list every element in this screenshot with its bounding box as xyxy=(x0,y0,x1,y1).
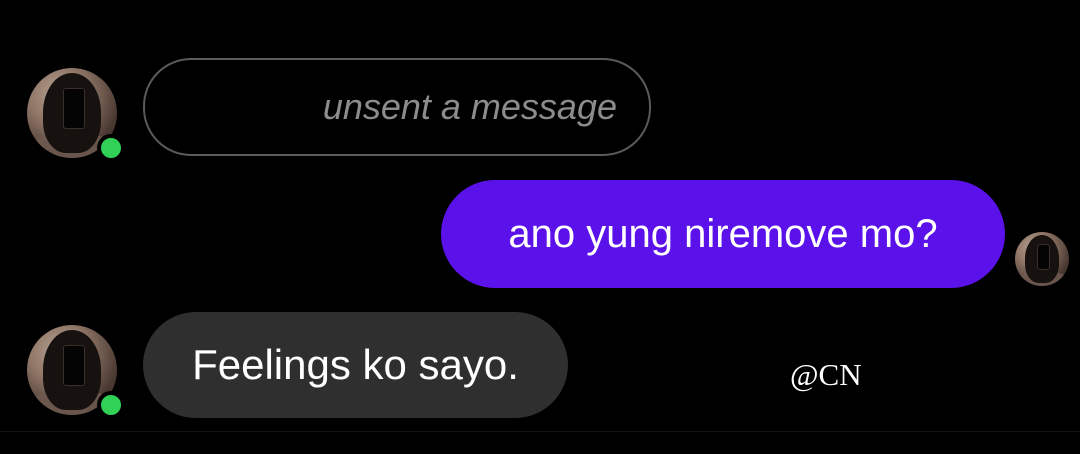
contact-avatar[interactable] xyxy=(27,68,125,162)
received-message-bubble[interactable]: Feelings ko sayo. xyxy=(143,312,568,418)
seen-receipt-avatar-photo xyxy=(1015,232,1069,286)
online-status-icon xyxy=(97,134,125,162)
sent-message-text: ano yung niremove mo? xyxy=(508,211,938,256)
received-message-text: Feelings ko sayo. xyxy=(192,341,519,388)
contact-avatar[interactable] xyxy=(27,325,125,419)
divider xyxy=(0,431,1080,432)
watermark-text: @CN xyxy=(790,357,862,392)
chat-thread: unsent a message ano yung niremove mo? F… xyxy=(0,0,1080,454)
online-status-icon xyxy=(97,391,125,419)
seen-receipt-avatar xyxy=(1015,232,1069,286)
unsent-message-text: unsent a message xyxy=(322,86,617,127)
sent-message-bubble[interactable]: ano yung niremove mo? xyxy=(441,180,1005,288)
unsent-message-bubble[interactable]: unsent a message xyxy=(143,58,651,156)
